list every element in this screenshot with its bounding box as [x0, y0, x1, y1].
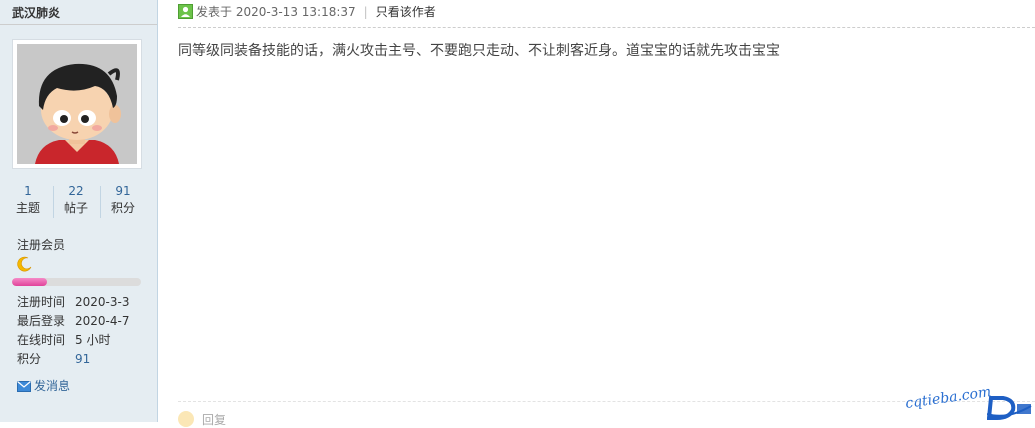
stat-value: 1	[24, 184, 32, 198]
divider	[178, 27, 1035, 28]
reply-label: 回复	[202, 413, 227, 427]
posted-prefix: 发表于	[196, 5, 233, 19]
info-key: 积分	[17, 352, 42, 366]
site-logo	[987, 396, 1032, 420]
stat-posts[interactable]: 22 帖子	[54, 184, 98, 218]
info-value: 2020-3-3	[75, 295, 130, 309]
info-row-last-login: 最后登录 2020-4-7	[17, 312, 129, 331]
avatar[interactable]	[12, 39, 142, 169]
info-key: 在线时间	[17, 333, 66, 347]
level-progress-fill	[12, 278, 47, 286]
info-row-register: 注册时间 2020-3-3	[17, 293, 129, 312]
level-progress-bar	[12, 278, 141, 286]
stat-value: 22	[68, 184, 84, 198]
info-value: 2020-4-7	[75, 314, 130, 328]
moon-icon	[17, 256, 32, 272]
info-value[interactable]: 91	[75, 352, 90, 366]
stat-label: 主题	[15, 201, 40, 215]
stat-label: 积分	[110, 201, 135, 215]
stat-points[interactable]: 91 积分	[101, 184, 145, 218]
send-message-link[interactable]: 发消息	[17, 377, 70, 394]
username[interactable]: 武汉肺炎	[12, 4, 60, 21]
view-author-only-link[interactable]: 只看该作者	[376, 5, 436, 19]
posted-time: 2020-3-13 13:18:37	[235, 5, 356, 19]
stat-label: 帖子	[63, 201, 88, 215]
stat-value: 91	[115, 184, 131, 198]
post-meta: 发表于 2020-3-13 13:18:37 | 只看该作者	[178, 4, 436, 20]
info-key: 最后登录	[17, 314, 66, 328]
info-row-points: 积分 91	[17, 350, 129, 369]
user-info-list: 注册时间 2020-3-3 最后登录 2020-4-7 在线时间 5 小时 积分 91	[17, 293, 129, 369]
mail-icon	[17, 381, 31, 392]
info-value: 5 小时	[75, 333, 111, 347]
avatar-image	[17, 44, 137, 164]
send-message-label: 发消息	[34, 379, 71, 393]
site-watermark: cqtieba.com	[904, 384, 993, 412]
online-user-icon	[178, 4, 193, 19]
stat-threads[interactable]: 1 主题	[6, 184, 50, 218]
info-key: 注册时间	[17, 295, 66, 309]
reply-icon	[178, 411, 194, 427]
user-profile-sidebar: 武汉肺炎 1 主题 22 帖子 91 积分 注册会员 注册时间 2020-3-3…	[0, 0, 158, 422]
user-group[interactable]: 注册会员	[17, 236, 65, 253]
post-content: 同等级同装备技能的话，满火攻击主号、不要跑只走动、不让刺客近身。道宝宝的话就先攻…	[178, 43, 780, 59]
info-row-online-time: 在线时间 5 小时	[17, 331, 129, 350]
meta-separator: |	[363, 5, 368, 19]
reply-button[interactable]: 回复	[178, 411, 226, 428]
divider	[0, 24, 157, 25]
